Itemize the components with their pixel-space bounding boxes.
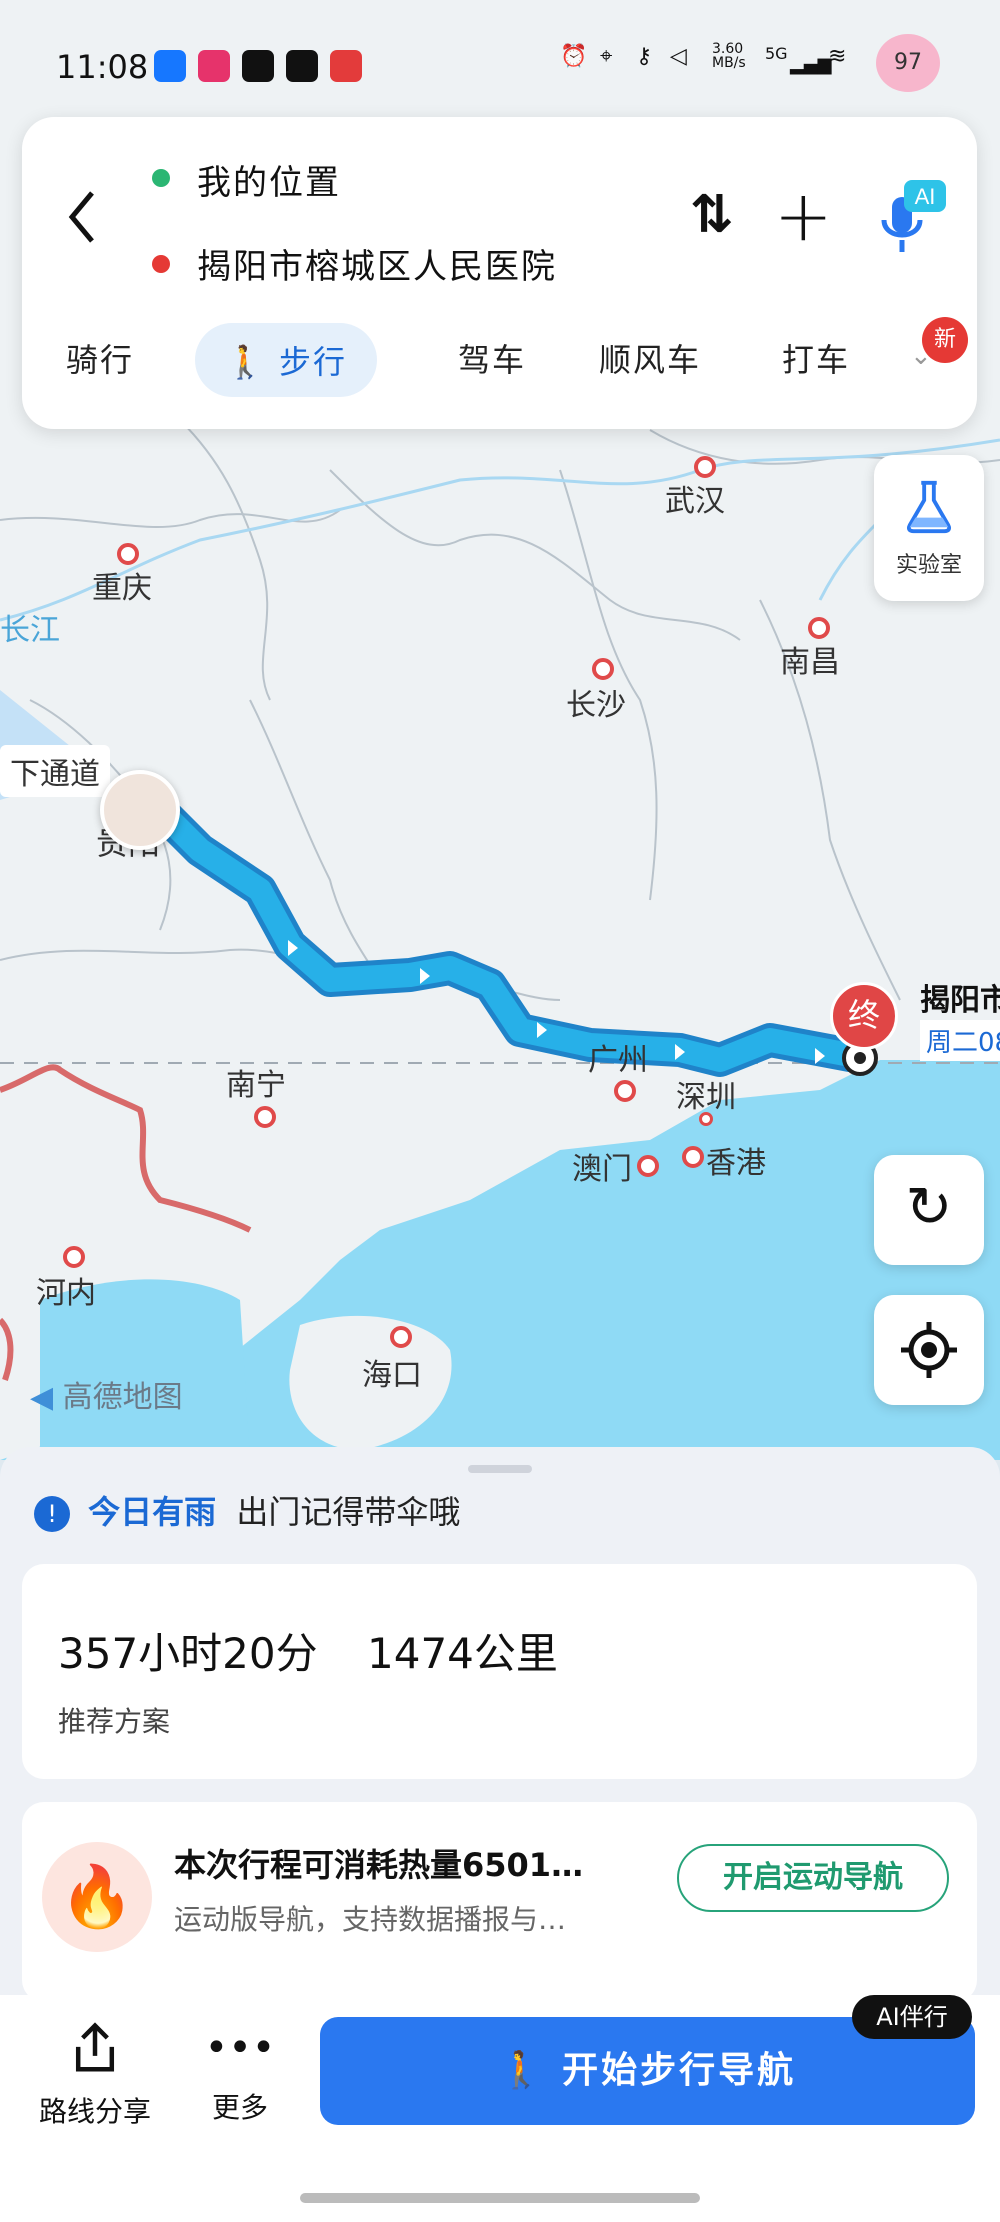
more-button[interactable]: ••• 更多 — [190, 2020, 290, 2150]
route-recommend-label: 推荐方案 — [58, 1705, 171, 1738]
calorie-subtitle: 运动版导航，支持数据播报与… — [174, 1903, 567, 1936]
alipay-icon — [154, 50, 186, 82]
tab-rideshare[interactable]: 顺风车 — [599, 335, 701, 381]
walk-icon: 🚶 — [225, 343, 267, 381]
destination-eta: 周二08 — [920, 1020, 1000, 1061]
refresh-icon: ↻ — [905, 1175, 953, 1240]
weather-notice: ! 今日有雨 出门记得带伞哦 — [34, 1487, 460, 1533]
locate-icon — [901, 1322, 957, 1378]
share-icon — [75, 2022, 115, 2072]
locate-button[interactable] — [874, 1295, 984, 1405]
signal-bars-icon: ▂▄▆ — [790, 54, 832, 75]
calorie-card: 🔥 本次行程可消耗热量6501… 运动版导航，支持数据播报与… 开启运动导航 — [22, 1802, 977, 2002]
back-icon[interactable] — [62, 187, 102, 247]
destination-field[interactable]: 揭阳市榕城区人民医院 — [197, 239, 557, 288]
route-distance: 1474公里 — [367, 1629, 558, 1678]
notice-text: 出门记得带伞哦 — [236, 1493, 461, 1531]
lab-button[interactable]: 实验室 — [874, 455, 984, 601]
walk-icon: 🚶 — [498, 2050, 547, 2091]
route-duration: 357小时20分 — [58, 1629, 318, 1678]
refresh-button[interactable]: ↻ — [874, 1155, 984, 1265]
share-label: 路线分享 — [38, 2095, 151, 2128]
tab-cycling[interactable]: 骑行 — [66, 335, 134, 381]
swap-button[interactable]: ⇅ — [690, 185, 734, 245]
origin-field[interactable]: 我的位置 — [197, 155, 341, 204]
sheet-handle[interactable] — [468, 1465, 532, 1473]
location-icon: ⌖ — [600, 44, 613, 69]
ai-companion-badge[interactable]: AI伴行 — [852, 1995, 972, 2039]
app-icon — [198, 50, 230, 82]
notice-title: 今日有雨 — [88, 1493, 217, 1531]
home-indicator — [300, 2193, 700, 2203]
destination-label: 揭阳市 — [920, 983, 1000, 1018]
ai-badge: AI — [915, 184, 936, 209]
status-time: 11:08 — [56, 48, 149, 86]
new-badge: 新 — [922, 317, 968, 363]
river-label: 长江 — [0, 613, 60, 648]
alarm-icon: ⏰ — [560, 44, 588, 69]
user-avatar[interactable] — [100, 770, 180, 850]
map-watermark: ◀ 高德地图 — [30, 1380, 183, 1415]
sport-nav-button[interactable]: 开启运动导航 — [677, 1844, 949, 1912]
more-label: 更多 — [211, 2091, 268, 2124]
flask-icon — [906, 480, 952, 534]
info-icon: ! — [34, 1496, 70, 1532]
signal-label: 5G — [765, 44, 788, 63]
battery-heart-icon: 97 — [876, 34, 940, 92]
share-route-button[interactable]: 路线分享 — [30, 2020, 160, 2150]
destination-marker[interactable]: 终 — [830, 982, 898, 1050]
bottom-bar: 路线分享 ••• 更多 🚶 开始步行导航 AI伴行 — [0, 1995, 1000, 2222]
tab-taxi[interactable]: 打车 — [782, 335, 850, 381]
key-icon: ⚷ — [636, 44, 653, 69]
lab-label: 实验室 — [895, 553, 962, 578]
xiaohongshu-icon — [330, 50, 362, 82]
route-option-card[interactable]: 357小时20分 1474公里 推荐方案 — [22, 1564, 977, 1779]
tab-walking[interactable]: 🚶 步行 — [195, 323, 378, 397]
ai-voice-button[interactable]: AI — [864, 172, 954, 262]
tab-driving[interactable]: 驾车 — [458, 335, 526, 381]
destination-dot — [152, 255, 170, 273]
fire-icon: 🔥 — [42, 1842, 152, 1952]
network-speed: 3.60 MB/s — [712, 41, 746, 71]
capcut-icon — [286, 50, 318, 82]
amap-logo-icon: ◀ — [30, 1380, 54, 1415]
status-bar: 11:08 ⏰ ⌖ ⚷ ◁ 3.60 MB/s 5G ▂▄▆ ≋ 97 — [0, 30, 1000, 100]
origin-dot — [152, 169, 170, 187]
partial-road-label: 下通道 — [0, 745, 110, 797]
add-waypoint-button[interactable]: + — [774, 175, 833, 257]
calorie-title: 本次行程可消耗热量6501… — [174, 1846, 584, 1884]
more-dots-icon: ••• — [204, 2025, 276, 2071]
wifi-icon: ≋ — [828, 44, 847, 69]
mute-icon: ◁ — [670, 44, 687, 69]
route-card: 我的位置 揭阳市榕城区人民医院 ⇅ + AI 骑行 🚶 步行 驾车 顺风车 打车… — [22, 117, 977, 429]
tiktok-icon — [242, 50, 274, 82]
